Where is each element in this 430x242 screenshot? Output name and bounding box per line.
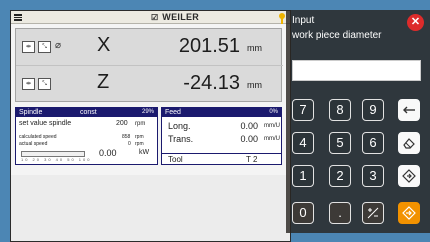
feed-long-label: Long. [168, 121, 191, 131]
key-0[interactable]: 0 [292, 202, 314, 224]
key-7[interactable]: 7 [292, 99, 314, 121]
axis-reference-icon[interactable]: ⇹ [22, 78, 35, 90]
axis-label-z: Z [97, 71, 110, 93]
feed-panel-header: Feed 0% [162, 108, 281, 117]
close-icon[interactable]: ✕ [407, 14, 424, 31]
feed-trans-unit: mm/U [264, 136, 280, 142]
menu-icon[interactable] [14, 14, 22, 21]
key-5[interactable]: 5 [329, 132, 351, 154]
enter-button[interactable] [398, 202, 420, 224]
top-bar: ☑ WEILER [11, 11, 290, 24]
feed-long-value: 0.00 [240, 121, 258, 131]
key-3[interactable]: 3 [362, 165, 384, 187]
axis-display: ⇹ ⤡ ⌀ X 201.51 mm ⇹ ⤡ Z -24.13 mm [15, 28, 283, 103]
axis-tool-offset-icon[interactable]: ⤡ [38, 78, 51, 90]
spindle-power-unit: kW [139, 149, 150, 156]
calculated-speed-unit: rpm [135, 134, 144, 140]
actual-speed-label: actual speed [19, 141, 48, 147]
brand-mark: ☑ [151, 13, 159, 22]
calculated-speed-label: calculated speed [19, 134, 57, 140]
feed-trans-label: Trans. [168, 134, 194, 144]
backspace-button[interactable] [398, 99, 420, 121]
axis-label-x: X [97, 34, 111, 56]
backspace-icon [403, 106, 415, 114]
set-value-unit: rpm [135, 121, 146, 127]
set-value: 200 [116, 120, 128, 127]
dialog-subtitle: work piece diameter [292, 30, 382, 41]
diamond-arrow-icon [402, 169, 416, 183]
feed-trans-value: 0.00 [240, 134, 258, 144]
feed-panel[interactable]: Feed 0% Long. 0.00 mm/U Trans. 0.00 mm/U… [161, 107, 282, 165]
brand-logo: ☑ WEILER [151, 12, 199, 22]
spindle-title: Spindle [19, 109, 43, 116]
feed-title: Feed [165, 109, 181, 116]
spindle-override-percent: 29% [141, 109, 154, 115]
spindle-panel[interactable]: Spindle const 29% set value spindle 200 … [15, 107, 158, 165]
axis-unit-x: mm [247, 43, 262, 53]
dialog-title: Input [292, 15, 315, 26]
axis-value-z: -24.13 [183, 72, 240, 94]
actual-speed-unit: rpm [135, 141, 144, 147]
axis-unit-z: mm [247, 80, 262, 90]
feed-long-row: Long. 0.00 mm/U [168, 121, 280, 131]
eraser-icon [403, 138, 415, 149]
feed-long-unit: mm/U [264, 123, 280, 129]
actual-speed-value: 0 [128, 141, 131, 147]
feed-override-percent: 0% [269, 109, 278, 115]
spindle-load-scale: 10 20 30 40 50 100 [21, 157, 92, 162]
accept-value-button[interactable] [398, 165, 420, 187]
axis-row-x: ⇹ ⤡ ⌀ X 201.51 mm [16, 29, 283, 66]
set-value-label: set value spindle [19, 120, 72, 127]
tool-label: Tool [168, 155, 183, 164]
key-decimal[interactable]: . [329, 202, 351, 224]
enter-icon [402, 206, 416, 220]
key-8[interactable]: 8 [329, 99, 351, 121]
brand-name: WEILER [162, 12, 200, 22]
axis-reference-icon[interactable]: ⇹ [22, 41, 35, 53]
calculated-speed-value: 858 [122, 134, 131, 140]
diameter-icon: ⌀ [55, 40, 62, 51]
axis-tool-offset-icon[interactable]: ⤡ [38, 41, 51, 53]
clear-button[interactable] [398, 132, 420, 154]
key-2[interactable]: 2 [329, 165, 351, 187]
key-4[interactable]: 4 [292, 132, 314, 154]
key-6[interactable]: 6 [362, 132, 384, 154]
tool-value: T 2 [246, 155, 258, 164]
status-indicator-stem [281, 18, 283, 24]
tool-row[interactable]: Tool T 2 [162, 153, 281, 165]
diameter-input[interactable] [292, 60, 421, 81]
axis-row-z: ⇹ ⤡ Z -24.13 mm [16, 66, 283, 103]
key-9[interactable]: 9 [362, 99, 384, 121]
input-dialog: Input work piece diameter ✕ 7 8 9 4 5 6 … [286, 10, 430, 233]
spindle-power-value: 0.00 [99, 148, 117, 158]
lower-work-area [11, 175, 290, 241]
spindle-panel-header: Spindle const 29% [16, 108, 157, 117]
plus-minus-icon [367, 207, 379, 219]
plus-minus-button[interactable] [362, 202, 384, 224]
cnc-main-screen: ☑ WEILER ⇹ ⤡ ⌀ X 201.51 mm ⇹ ⤡ Z -24.13 … [10, 10, 291, 242]
axis-value-x: 201.51 [178, 35, 240, 57]
key-1[interactable]: 1 [292, 165, 314, 187]
feed-trans-row: Trans. 0.00 mm/U [168, 134, 280, 144]
spindle-mode: const [80, 109, 97, 116]
